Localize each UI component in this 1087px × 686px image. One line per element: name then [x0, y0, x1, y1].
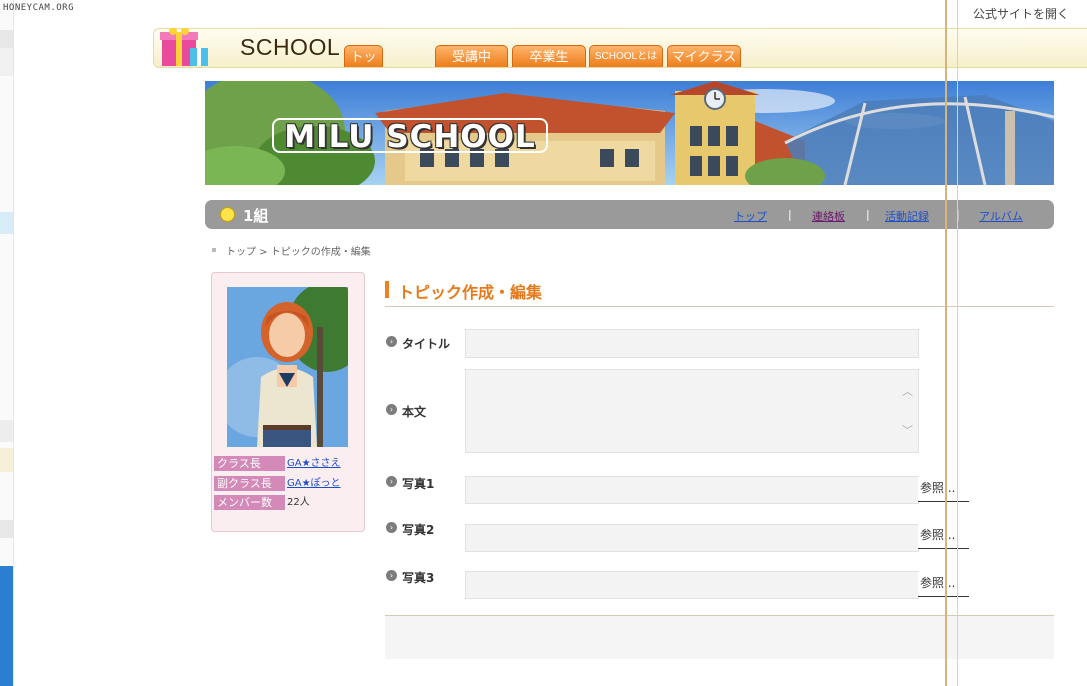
photo3-browse-button[interactable]: 参照... — [918, 572, 969, 597]
page-title: トピック作成・編集 — [398, 283, 543, 302]
scroll-up-icon[interactable]: ︿ — [902, 383, 913, 399]
title-label: タイトル — [402, 337, 451, 351]
body-textarea[interactable] — [465, 369, 919, 453]
watermark: HONEYCAM.ORG — [3, 3, 75, 13]
vice-leader-label: 副クラス長 — [214, 476, 285, 491]
class-leader-label: クラス長 — [214, 456, 285, 471]
guide-line — [957, 0, 958, 686]
photo1-file-input[interactable] — [465, 476, 919, 504]
class-nav-album[interactable]: アルバム — [979, 208, 1023, 224]
photo3-file-input[interactable] — [465, 571, 919, 599]
body-label: 本文 — [402, 405, 427, 419]
photo2-browse-button[interactable]: 参照... — [918, 524, 969, 549]
breadcrumb: トップ > トピックの作成・編集 — [226, 247, 371, 258]
form-footer-area — [385, 616, 1054, 659]
tab-my-class[interactable]: マイクラス — [667, 45, 741, 67]
class-nav-activity[interactable]: 活動記録 — [885, 208, 929, 224]
official-site-link[interactable]: 公式サイトを開く — [973, 5, 1069, 22]
banner-title: MILU SCHOOL — [272, 118, 548, 155]
vice-leader-value[interactable]: GA★ぽっと — [287, 476, 341, 491]
school-logo[interactable]: SCHOOL — [240, 34, 340, 61]
chevron-right-icon: › — [386, 522, 397, 533]
background-window-strip — [0, 0, 14, 686]
photo3-label: 写真3 — [402, 571, 435, 585]
heading-accent-bar — [385, 281, 389, 298]
tab-about-school[interactable]: SCHOOLとは — [589, 45, 663, 67]
member-count-value: 22人 — [287, 497, 310, 508]
photo2-label: 写真2 — [402, 523, 435, 537]
nav-separator: | — [788, 208, 792, 221]
gift-icon — [160, 27, 208, 66]
scroll-down-icon[interactable]: ﹀ — [902, 422, 913, 438]
chevron-right-icon: › — [386, 476, 397, 487]
class-nav-top[interactable]: トップ — [734, 208, 767, 224]
tab-graduates[interactable]: 卒業生 — [512, 45, 586, 67]
photo1-label: 写真1 — [402, 477, 435, 491]
class-nav-bulletin[interactable]: 連絡板 — [812, 208, 845, 224]
class-avatar-image — [227, 287, 348, 447]
smiley-icon — [220, 207, 235, 222]
title-input[interactable] — [465, 329, 919, 358]
breadcrumb-bullet — [212, 248, 216, 252]
chevron-right-icon: › — [386, 336, 397, 347]
chevron-right-icon: › — [386, 404, 397, 415]
nav-separator: | — [866, 208, 870, 221]
class-leader-value[interactable]: GA★ささえ — [287, 456, 341, 471]
photo1-browse-button[interactable]: 参照... — [918, 477, 969, 502]
tab-top[interactable]: トップ — [344, 45, 383, 85]
class-name: 1組 — [243, 207, 269, 225]
title-divider — [385, 306, 1054, 307]
guide-line — [945, 0, 947, 686]
tab-attending[interactable]: 受講中 — [435, 45, 508, 67]
member-count-label: メンバー数 — [214, 495, 285, 510]
photo2-file-input[interactable] — [465, 524, 919, 552]
chevron-right-icon: › — [386, 570, 397, 581]
